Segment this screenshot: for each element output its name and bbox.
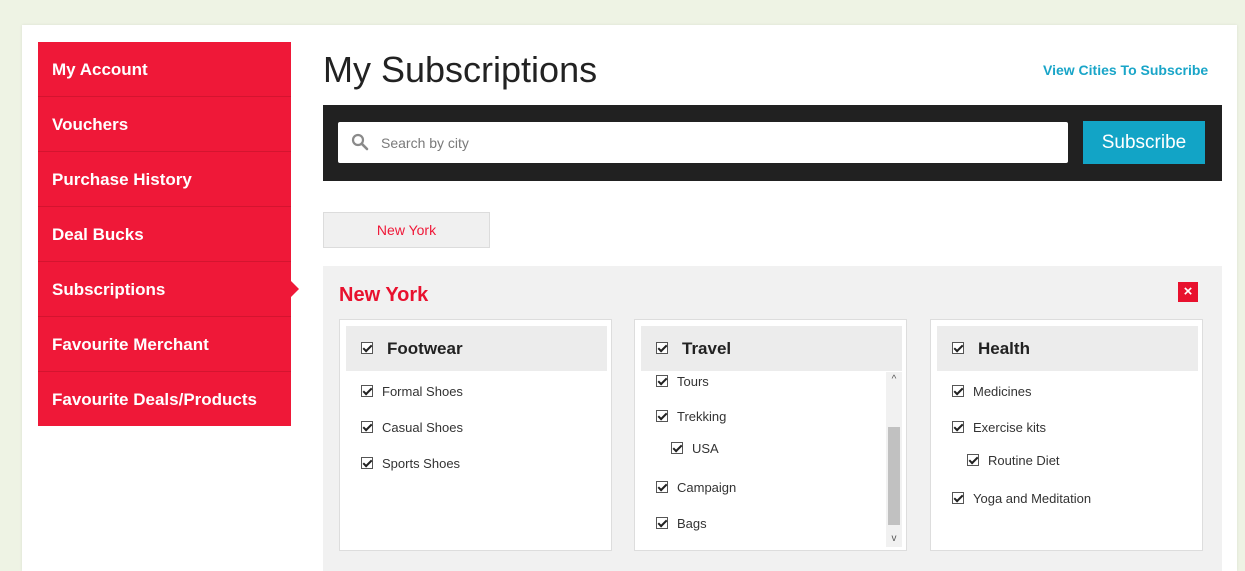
- city-subscription-section: New York × Footwear Formal Shoes Casual …: [323, 266, 1222, 571]
- item-label: Medicines: [973, 384, 1032, 399]
- checkbox-icon[interactable]: [952, 421, 964, 433]
- item-label: Trekking: [677, 409, 727, 424]
- category-label: Travel: [682, 339, 732, 358]
- item-label: Tours: [677, 374, 709, 389]
- search-box: [338, 122, 1068, 163]
- item-label: Routine Diet: [988, 453, 1060, 468]
- checkbox-icon[interactable]: [361, 421, 373, 433]
- sidebar-item-subscriptions[interactable]: Subscriptions: [38, 262, 299, 317]
- travel-scrollbar[interactable]: ^ v: [886, 372, 902, 547]
- chevron-down-icon[interactable]: v: [886, 531, 902, 547]
- category-card-travel: Travel Tours Trekking USA Campaign Bags …: [634, 319, 907, 551]
- sidebar-item-favourite-merchant[interactable]: Favourite Merchant: [38, 317, 291, 372]
- checkbox-icon[interactable]: [361, 342, 373, 354]
- checkbox-icon[interactable]: [656, 481, 668, 493]
- search-icon: [351, 133, 369, 151]
- sidebar-item-my-account[interactable]: My Account: [38, 42, 291, 97]
- city-title: New York: [339, 284, 429, 306]
- checkbox-icon[interactable]: [656, 342, 668, 354]
- scroll-thumb[interactable]: [888, 427, 900, 525]
- category-header-travel[interactable]: Travel: [641, 326, 902, 371]
- item-label: Exercise kits: [973, 420, 1046, 435]
- category-card-footwear: Footwear Formal Shoes Casual Shoes Sport…: [339, 319, 612, 551]
- view-cities-link[interactable]: View Cities To Subscribe: [1043, 62, 1208, 78]
- chevron-up-icon[interactable]: ^: [886, 372, 902, 388]
- checkbox-icon[interactable]: [656, 517, 668, 529]
- checkbox-icon[interactable]: [952, 385, 964, 397]
- checkbox-icon[interactable]: [656, 375, 668, 387]
- checkbox-icon[interactable]: [361, 385, 373, 397]
- sidebar-item-vouchers[interactable]: Vouchers: [38, 97, 291, 152]
- item-label: Sports Shoes: [382, 456, 461, 471]
- search-input[interactable]: [381, 122, 1061, 163]
- checkbox-icon[interactable]: [952, 342, 964, 354]
- city-tab-new-york[interactable]: New York: [323, 212, 490, 248]
- item-label: Formal Shoes: [382, 384, 463, 399]
- checkbox-icon[interactable]: [952, 492, 964, 504]
- sidebar-item-favourite-deals[interactable]: Favourite Deals/Products: [38, 372, 291, 427]
- checkbox-icon[interactable]: [967, 454, 979, 466]
- account-sidebar: My Account Vouchers Purchase History Dea…: [38, 42, 299, 427]
- item-label: USA: [692, 441, 719, 456]
- category-header-health[interactable]: Health: [937, 326, 1198, 371]
- category-header-footwear[interactable]: Footwear: [346, 326, 607, 371]
- item-label: Campaign: [677, 480, 737, 495]
- sidebar-item-purchase-history[interactable]: Purchase History: [38, 152, 291, 207]
- close-icon[interactable]: ×: [1178, 282, 1198, 302]
- checkbox-icon[interactable]: [656, 410, 668, 422]
- category-card-health: Health Medicines Exercise kits Routine D…: [930, 319, 1203, 551]
- item-label: Yoga and Meditation: [973, 491, 1092, 506]
- checkbox-icon[interactable]: [361, 457, 373, 469]
- search-bar: Subscribe: [323, 105, 1222, 181]
- page-title: My Subscriptions: [323, 49, 598, 90]
- subscribe-button[interactable]: Subscribe: [1083, 121, 1205, 164]
- item-label: Bags: [677, 516, 707, 531]
- checkbox-icon[interactable]: [671, 442, 683, 454]
- category-label: Health: [978, 339, 1030, 358]
- category-label: Footwear: [387, 339, 463, 358]
- sidebar-item-deal-bucks[interactable]: Deal Bucks: [38, 207, 291, 262]
- item-label: Casual Shoes: [382, 420, 463, 435]
